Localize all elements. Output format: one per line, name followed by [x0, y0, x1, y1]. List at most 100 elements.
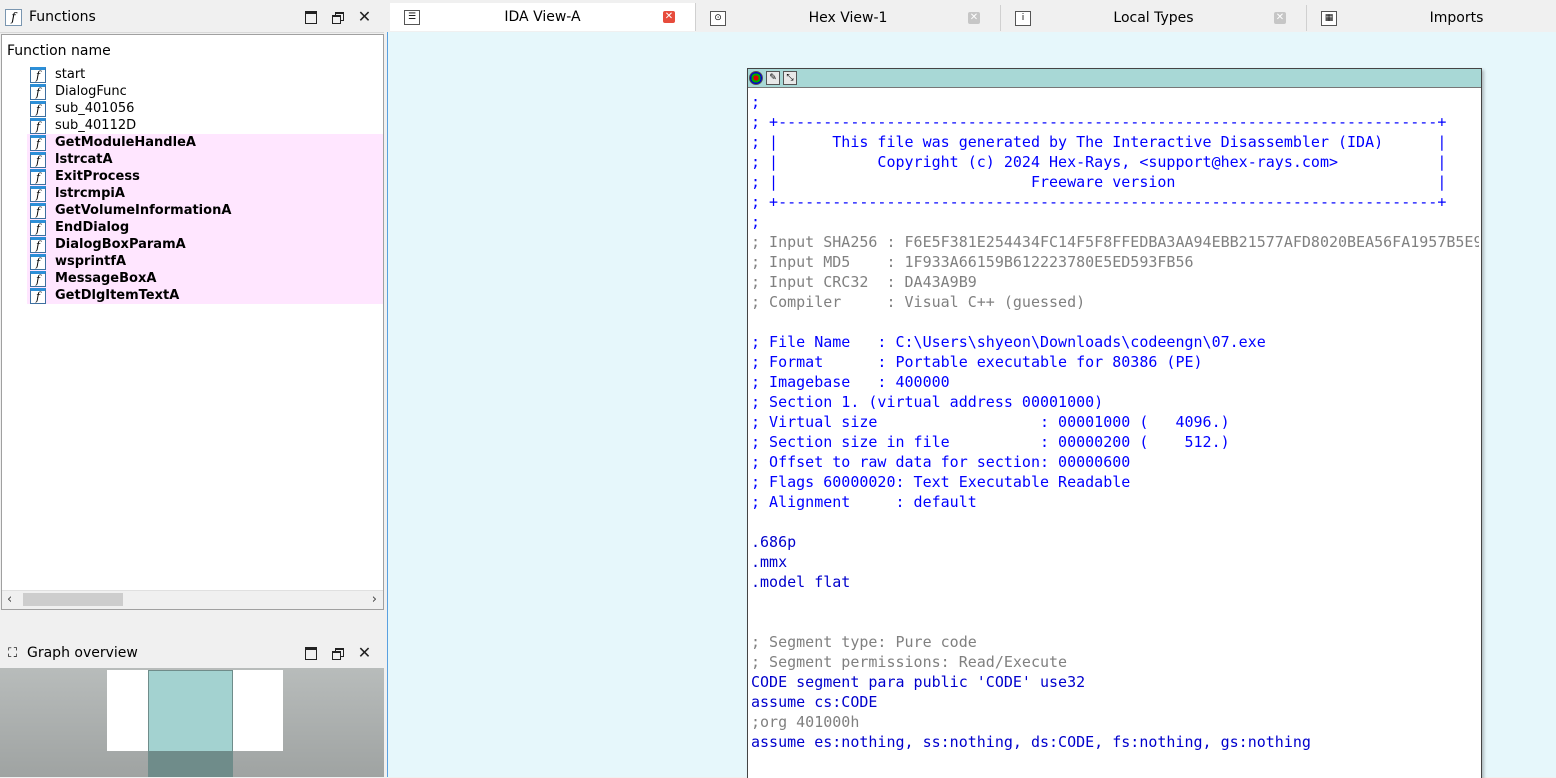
code-line[interactable]: ; Input MD5 : 1F933A66159B612223780E5ED5…: [751, 252, 1479, 272]
function-name: MessageBoxA: [55, 271, 157, 286]
horizontal-scrollbar[interactable]: ‹ ›: [2, 590, 383, 609]
table-icon: ▦: [1321, 10, 1337, 26]
function-name: wsprintfA: [55, 254, 127, 269]
function-icon: f: [30, 151, 46, 168]
graph-icon: ⛶: [7, 645, 18, 661]
code-line[interactable]: ;: [751, 212, 1479, 232]
code-line[interactable]: ; Alignment : default: [751, 492, 1479, 512]
code-line[interactable]: ; Segment permissions: Read/Execute: [751, 652, 1479, 672]
disassembly-text[interactable]: ;; +------------------------------------…: [751, 92, 1479, 776]
function-icon: f: [30, 100, 46, 117]
function-name: lstrcatA: [55, 152, 113, 167]
code-line[interactable]: [751, 512, 1479, 532]
close-tab-icon[interactable]: ✕: [663, 11, 675, 23]
code-line[interactable]: ; Input CRC32 : DA43A9B9: [751, 272, 1479, 292]
function-name: sub_40112D: [55, 118, 137, 133]
tab-label: Imports: [1429, 10, 1484, 26]
code-line[interactable]: .686p: [751, 532, 1479, 552]
code-line[interactable]: ; Offset to raw data for section: 000006…: [751, 452, 1479, 472]
code-line[interactable]: ; Flags 60000020: Text Executable Readab…: [751, 472, 1479, 492]
code-line[interactable]: .model flat: [751, 572, 1479, 592]
function-icon: f: [30, 287, 46, 304]
code-line[interactable]: ; | Copyright (c) 2024 Hex-Rays, <suppor…: [751, 152, 1479, 172]
scrollbar-thumb[interactable]: [23, 593, 123, 606]
function-list-item[interactable]: f lstrcatA: [27, 151, 383, 168]
edit-icon[interactable]: ✎: [766, 71, 780, 85]
tab-hex-view-1[interactable]: ⊙ Hex View-1 ✕: [696, 5, 1001, 31]
maximize-icon: [304, 10, 317, 24]
function-name: lstrcmpiA: [55, 186, 125, 201]
restore-icon: [332, 11, 344, 24]
close-button[interactable]: ✕: [351, 7, 378, 27]
tab-ida-view-a[interactable]: ☰ IDA View-A ✕: [390, 3, 696, 31]
code-line[interactable]: ; Compiler : Visual C++ (guessed): [751, 292, 1479, 312]
disassembly-node-window[interactable]: ✎ ⤡ ;; +--------------------------------…: [747, 68, 1482, 778]
color-icon[interactable]: [749, 71, 763, 85]
code-line[interactable]: ; Section size in file : 00000200 ( 512.…: [751, 432, 1479, 452]
code-line[interactable]: .mmx: [751, 552, 1479, 572]
tab-label: IDA View-A: [504, 9, 581, 25]
maximize-icon: [304, 646, 317, 660]
function-name: sub_401056: [55, 101, 135, 116]
node-titlebar: ✎ ⤡: [748, 69, 1481, 88]
code-line[interactable]: ; Input SHA256 : F6E5F381E254434FC14F5F8…: [751, 232, 1479, 252]
function-icon: f: [30, 236, 46, 253]
function-list-item[interactable]: f wsprintfA: [27, 253, 383, 270]
function-list-item[interactable]: f EndDialog: [27, 219, 383, 236]
ida-view-area[interactable]: ✎ ⤡ ;; +--------------------------------…: [387, 32, 1556, 778]
function-name: EndDialog: [55, 220, 130, 235]
code-line[interactable]: [751, 592, 1479, 612]
function-list-item[interactable]: f start: [27, 66, 383, 83]
close-button[interactable]: ✕: [351, 643, 378, 663]
function-list-item[interactable]: f DialogFunc: [27, 83, 383, 100]
code-line[interactable]: ; Section 1. (virtual address 00001000): [751, 392, 1479, 412]
function-list-item[interactable]: f GetVolumeInformationA: [27, 202, 383, 219]
close-tab-icon[interactable]: ✕: [1274, 12, 1286, 24]
function-list-item[interactable]: f GetModuleHandleA: [27, 134, 383, 151]
code-line[interactable]: ; Virtual size : 00001000 ( 4096.): [751, 412, 1479, 432]
code-line[interactable]: [751, 612, 1479, 632]
code-line[interactable]: ; Format : Portable executable for 80386…: [751, 352, 1479, 372]
function-list-item[interactable]: f sub_40112D: [27, 117, 383, 134]
function-icon: f: [30, 168, 46, 185]
code-line[interactable]: ; +-------------------------------------…: [751, 112, 1479, 132]
code-line[interactable]: ; | Freeware version |: [751, 172, 1479, 192]
code-line[interactable]: CODE segment para public 'CODE' use32: [751, 672, 1479, 692]
code-line[interactable]: ; Segment type: Pure code: [751, 632, 1479, 652]
maximize-button[interactable]: [297, 7, 324, 27]
code-line[interactable]: ; | This file was generated by The Inter…: [751, 132, 1479, 152]
function-name: start: [55, 67, 86, 82]
close-icon: ✕: [357, 7, 372, 26]
function-icon: f: [30, 117, 46, 134]
graph-overview-canvas[interactable]: [0, 668, 384, 777]
functions-list-panel[interactable]: Function name f start f DialogFunc f sub_4010…: [1, 34, 384, 610]
function-icon: f: [30, 202, 46, 219]
info-icon: i: [1015, 10, 1031, 26]
code-line[interactable]: [751, 312, 1479, 332]
code-line[interactable]: assume es:nothing, ss:nothing, ds:CODE, …: [751, 732, 1479, 752]
function-list-item[interactable]: f GetDlgItemTextA: [27, 287, 383, 304]
code-line[interactable]: assume cs:CODE: [751, 692, 1479, 712]
float-button[interactable]: [324, 7, 351, 27]
function-list-item[interactable]: f DialogBoxParamA: [27, 236, 383, 253]
function-list-item[interactable]: f sub_401056: [27, 100, 383, 117]
float-button[interactable]: [324, 643, 351, 663]
code-line[interactable]: ;: [751, 92, 1479, 112]
collapse-icon[interactable]: ⤡: [783, 71, 797, 85]
code-line[interactable]: ; Imagebase : 400000: [751, 372, 1479, 392]
function-list-item[interactable]: f MessageBoxA: [27, 270, 383, 287]
code-line[interactable]: ;org 401000h: [751, 712, 1479, 732]
code-line[interactable]: ; File Name : C:\Users\shyeon\Downloads\…: [751, 332, 1479, 352]
maximize-button[interactable]: [297, 643, 324, 663]
tab-imports[interactable]: ▦ Imports: [1307, 5, 1556, 31]
scroll-right-icon[interactable]: ›: [372, 591, 377, 609]
scroll-left-icon[interactable]: ‹: [7, 591, 12, 609]
functions-panel-title: Functions: [29, 9, 96, 25]
function-icon: f: [30, 66, 46, 83]
close-tab-icon[interactable]: ✕: [968, 12, 980, 24]
code-line[interactable]: ; +-------------------------------------…: [751, 192, 1479, 212]
function-list-item[interactable]: f ExitProcess: [27, 168, 383, 185]
function-list-item[interactable]: f lstrcmpiA: [27, 185, 383, 202]
function-name-column-header[interactable]: Function name: [7, 43, 111, 59]
tab-local-types[interactable]: i Local Types ✕: [1001, 5, 1307, 31]
